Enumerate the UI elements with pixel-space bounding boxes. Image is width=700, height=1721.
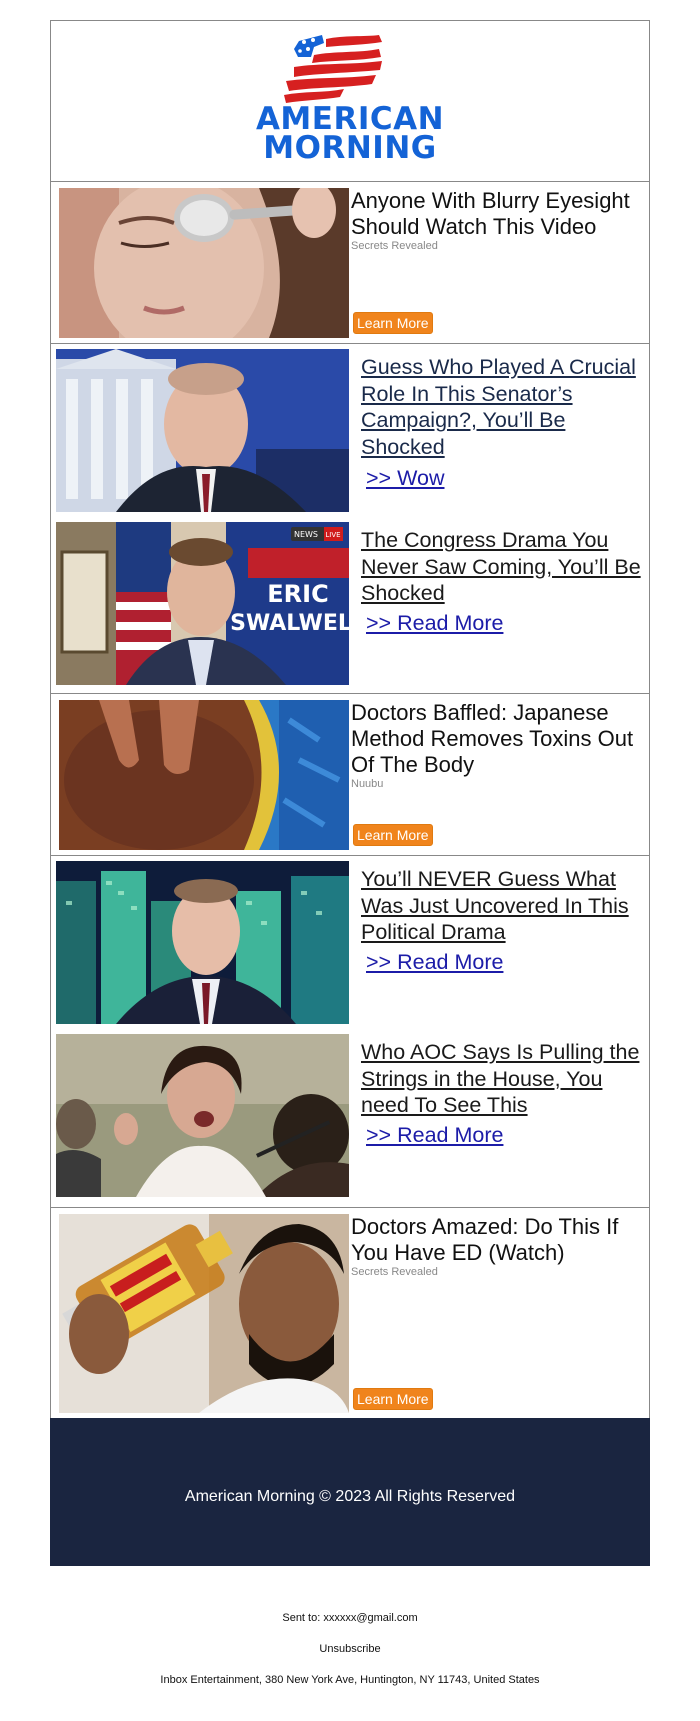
story-link[interactable]: >> Read More: [366, 950, 503, 975]
sign-text: ERIC: [267, 580, 328, 608]
flag-logo-icon: [264, 33, 394, 108]
sponsored-ad[interactable]: Anyone With Blurry Eyesight Should Watch…: [50, 181, 650, 343]
sender-address: Inbox Entertainment, 380 New York Ave, H…: [160, 1674, 540, 1686]
ad-source: Nuubu: [351, 778, 384, 790]
story-image[interactable]: [56, 1034, 349, 1197]
story-image[interactable]: ERIC SWALWELL NEWS LIVE: [56, 522, 349, 685]
story-headline[interactable]: The Congress Drama You Never Saw Coming,…: [361, 527, 646, 607]
story-image[interactable]: [56, 861, 349, 1024]
story-item[interactable]: You’ll NEVER Guess What Was Just Uncover…: [51, 856, 649, 1029]
ad-image[interactable]: [59, 1214, 349, 1413]
story-link[interactable]: >> Wow: [366, 466, 444, 491]
story-headline[interactable]: You’ll NEVER Guess What Was Just Uncover…: [361, 866, 646, 946]
ad-title-text[interactable]: Doctors Baffled: Japanese Method Removes…: [351, 700, 633, 777]
sign-text: SWALWELL: [230, 611, 349, 636]
story-group: Guess Who Played A Crucial Role In This …: [50, 343, 650, 693]
ad-source: Secrets Revealed: [351, 240, 438, 252]
learn-more-button[interactable]: Learn More: [353, 1388, 433, 1410]
ad-title[interactable]: Anyone With Blurry Eyesight Should Watch…: [351, 188, 641, 252]
brand-wordmark: AMERICAN MORNING: [51, 104, 649, 166]
story-link[interactable]: >> Read More: [366, 611, 503, 636]
copyright-text: American Morning © 2023 All Rights Reser…: [184, 1488, 516, 1505]
sponsored-ad[interactable]: Doctors Baffled: Japanese Method Removes…: [50, 693, 650, 855]
live-badge: LIVE: [325, 531, 340, 539]
story-item[interactable]: ERIC SWALWELL NEWS LIVE The Congress Dra…: [51, 517, 649, 690]
news-badge: NEWS: [294, 530, 318, 539]
email-footer: American Morning © 2023 All Rights Reser…: [50, 1418, 650, 1566]
story-group: You’ll NEVER Guess What Was Just Uncover…: [50, 855, 650, 1207]
unsubscribe-link[interactable]: Unsubscribe: [0, 1643, 700, 1655]
email-header: AMERICAN MORNING: [50, 20, 650, 181]
ad-title-text[interactable]: Anyone With Blurry Eyesight Should Watch…: [351, 188, 630, 239]
learn-more-button[interactable]: Learn More: [353, 824, 433, 846]
learn-more-button[interactable]: Learn More: [353, 312, 433, 334]
story-link[interactable]: >> Read More: [366, 1123, 503, 1148]
brand-line-2: MORNING: [263, 130, 437, 166]
ad-title[interactable]: Doctors Baffled: Japanese Method Removes…: [351, 700, 641, 790]
story-item[interactable]: Guess Who Played A Crucial Role In This …: [51, 344, 649, 517]
ad-image[interactable]: [59, 188, 349, 338]
story-image[interactable]: [56, 349, 349, 512]
story-headline[interactable]: Who AOC Says Is Pulling the Strings in t…: [361, 1039, 646, 1119]
email-body: AMERICAN MORNING Anyone With Blurry Eyes…: [50, 20, 650, 1566]
story-headline[interactable]: Guess Who Played A Crucial Role In This …: [361, 354, 646, 460]
sponsored-ad[interactable]: Doctors Amazed: Do This If You Have ED (…: [50, 1207, 650, 1418]
ad-source: Secrets Revealed: [351, 1266, 438, 1278]
ad-title-text[interactable]: Doctors Amazed: Do This If You Have ED (…: [351, 1214, 618, 1265]
ad-title[interactable]: Doctors Amazed: Do This If You Have ED (…: [351, 1214, 641, 1278]
sent-to-text: Sent to: xxxxxx@gmail.com: [282, 1612, 418, 1624]
story-item[interactable]: Who AOC Says Is Pulling the Strings in t…: [51, 1029, 649, 1202]
ad-image[interactable]: [59, 700, 349, 850]
